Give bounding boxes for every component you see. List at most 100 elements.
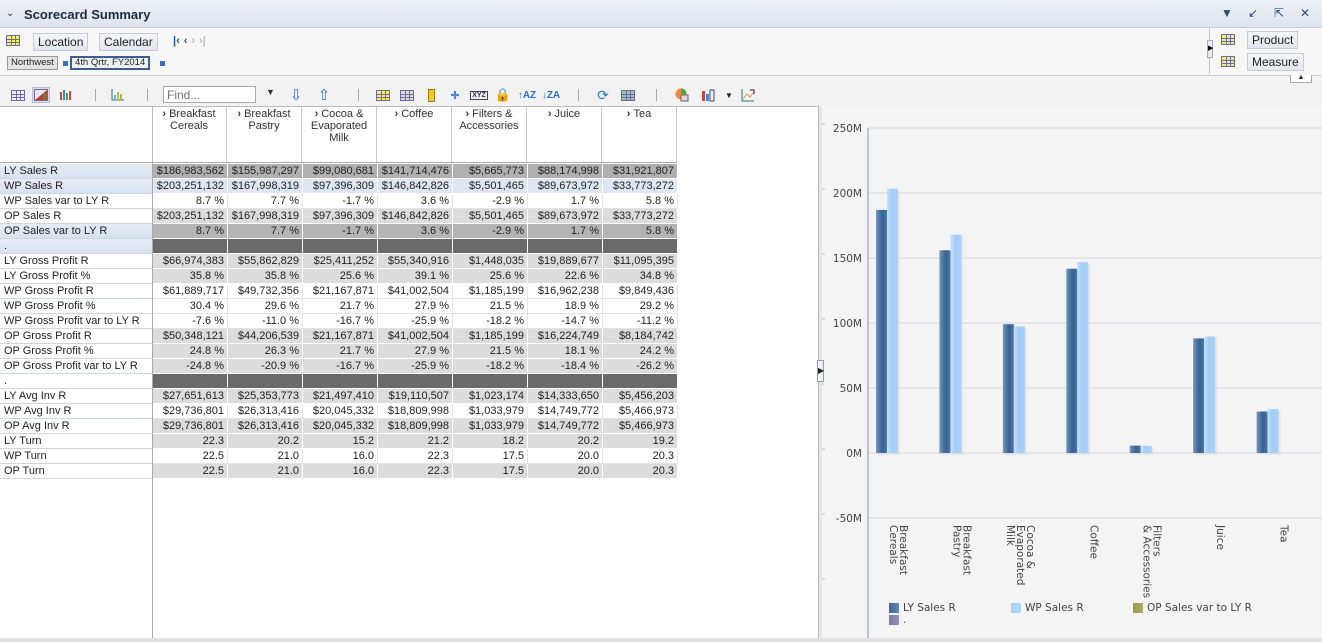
table-cell[interactable]: $16,224,749 bbox=[528, 329, 603, 344]
table-cell[interactable]: 5.8 % bbox=[603, 194, 678, 209]
table-cell[interactable]: -2.9 % bbox=[453, 194, 528, 209]
table-cell[interactable]: $41,002,504 bbox=[378, 284, 453, 299]
table-cell[interactable]: $66,974,383 bbox=[153, 254, 228, 269]
table-cell[interactable]: -11.2 % bbox=[603, 314, 678, 329]
table-cell[interactable]: -18.2 % bbox=[453, 359, 528, 374]
chart-options-icon[interactable] bbox=[673, 87, 691, 103]
table-cell[interactable]: $1,185,199 bbox=[453, 284, 528, 299]
table-cell[interactable]: $14,749,772 bbox=[528, 404, 603, 419]
legend-item[interactable]: OP Sales var to LY R bbox=[1133, 602, 1252, 614]
table-cell[interactable] bbox=[453, 239, 528, 254]
table-cell[interactable]: $19,110,507 bbox=[378, 389, 453, 404]
chart-swap-icon[interactable] bbox=[739, 87, 757, 103]
table-cell[interactable]: 3.6 % bbox=[378, 194, 453, 209]
table-cell[interactable]: 19.2 bbox=[603, 434, 678, 449]
table-cell[interactable] bbox=[603, 239, 678, 254]
find-dropdown-icon[interactable]: ▼ bbox=[266, 87, 275, 97]
export-icon[interactable] bbox=[619, 87, 637, 103]
column-header[interactable]: › Breakfast Pastry bbox=[227, 107, 302, 163]
table-cell[interactable]: 20.0 bbox=[528, 464, 603, 479]
table-cell[interactable]: -25.9 % bbox=[378, 359, 453, 374]
table-cell[interactable] bbox=[378, 239, 453, 254]
row-label[interactable]: OP Avg Inv R bbox=[0, 419, 153, 434]
table-cell[interactable]: 21.5 % bbox=[453, 299, 528, 314]
table-cell[interactable]: -16.7 % bbox=[303, 359, 378, 374]
table-cell[interactable]: 22.3 bbox=[378, 464, 453, 479]
table-cell[interactable]: $21,497,410 bbox=[303, 389, 378, 404]
location-selection[interactable]: Northwest bbox=[7, 56, 58, 70]
row-label[interactable]: OP Sales R bbox=[0, 209, 153, 224]
table-cell[interactable]: 21.7 % bbox=[303, 344, 378, 359]
table-cell[interactable]: 7.7 % bbox=[228, 224, 303, 239]
table-cell[interactable]: $8,184,742 bbox=[603, 329, 678, 344]
table-cell[interactable]: -7.6 % bbox=[153, 314, 228, 329]
table-cell[interactable]: $31,921,807 bbox=[603, 164, 678, 179]
column-header[interactable]: › Coffee bbox=[377, 107, 452, 163]
lock-icon[interactable]: 🔒 bbox=[494, 87, 512, 103]
row-label[interactable]: WP Gross Profit R bbox=[0, 284, 153, 299]
table-cell[interactable]: 15.2 bbox=[303, 434, 378, 449]
table-cell[interactable]: 22.5 bbox=[153, 464, 228, 479]
table-cell[interactable]: 20.3 bbox=[603, 449, 678, 464]
table-cell[interactable]: 24.2 % bbox=[603, 344, 678, 359]
row-label[interactable]: OP Gross Profit R bbox=[0, 329, 153, 344]
row-label[interactable]: WP Turn bbox=[0, 449, 153, 464]
table-cell[interactable]: $167,998,319 bbox=[228, 209, 303, 224]
table-cell[interactable]: -24.8 % bbox=[153, 359, 228, 374]
table-cell[interactable]: $88,174,998 bbox=[528, 164, 603, 179]
column-header[interactable]: › Juice bbox=[527, 107, 602, 163]
table-cell[interactable]: $50,348,121 bbox=[153, 329, 228, 344]
table-cell[interactable]: $9,849,436 bbox=[603, 284, 678, 299]
table-cell[interactable]: 8.7 % bbox=[153, 224, 228, 239]
row-label[interactable]: LY Gross Profit R bbox=[0, 254, 153, 269]
table-cell[interactable]: 18.1 % bbox=[528, 344, 603, 359]
column-header[interactable]: › Cocoa & Evaporated Milk bbox=[302, 107, 377, 163]
table-cell[interactable]: 20.2 bbox=[228, 434, 303, 449]
row-label[interactable]: WP Gross Profit var to LY R bbox=[0, 314, 153, 329]
table-cell[interactable]: -11.0 % bbox=[228, 314, 303, 329]
table-cell[interactable]: -25.9 % bbox=[378, 314, 453, 329]
first-page-icon[interactable]: |‹ bbox=[173, 35, 180, 47]
expand-chevron-icon[interactable]: › bbox=[237, 108, 241, 120]
expand-chevron-icon[interactable]: › bbox=[548, 108, 552, 120]
table-cell[interactable]: 26.3 % bbox=[228, 344, 303, 359]
row-label[interactable]: LY Gross Profit % bbox=[0, 269, 153, 284]
table-cell[interactable]: 7.7 % bbox=[228, 194, 303, 209]
row-label[interactable]: OP Turn bbox=[0, 464, 153, 479]
table-cell[interactable]: $146,842,826 bbox=[378, 209, 453, 224]
table-cell[interactable]: -18.4 % bbox=[528, 359, 603, 374]
table-cell[interactable]: $97,396,309 bbox=[303, 209, 378, 224]
table-cell[interactable]: $99,080,681 bbox=[303, 164, 378, 179]
table-cell[interactable]: $27,651,613 bbox=[153, 389, 228, 404]
table-cell[interactable] bbox=[528, 239, 603, 254]
table-cell[interactable]: $5,501,465 bbox=[453, 179, 528, 194]
table-cell[interactable]: $141,714,476 bbox=[378, 164, 453, 179]
expand-chevron-icon[interactable]: › bbox=[162, 108, 166, 120]
table-cell[interactable]: $21,167,871 bbox=[303, 284, 378, 299]
close-icon[interactable]: ✕ bbox=[1298, 6, 1312, 20]
expand-chevron-icon[interactable]: › bbox=[315, 108, 319, 120]
table-cell[interactable]: $203,251,132 bbox=[153, 209, 228, 224]
table-cell[interactable]: 18.9 % bbox=[528, 299, 603, 314]
table-cell[interactable]: -2.9 % bbox=[453, 224, 528, 239]
chart-type-icon[interactable] bbox=[109, 87, 127, 103]
table-cell[interactable]: 17.5 bbox=[453, 449, 528, 464]
row-label[interactable]: WP Gross Profit % bbox=[0, 299, 153, 314]
table-cell[interactable]: -18.2 % bbox=[453, 314, 528, 329]
table-cell[interactable]: $167,998,319 bbox=[228, 179, 303, 194]
table-cell[interactable]: 21.5 % bbox=[453, 344, 528, 359]
table-cell[interactable]: 22.3 bbox=[153, 434, 228, 449]
table-cell[interactable]: 3.6 % bbox=[378, 224, 453, 239]
table-cell[interactable]: $5,501,465 bbox=[453, 209, 528, 224]
row-label[interactable]: WP Sales R bbox=[0, 179, 153, 194]
table-cell[interactable]: $203,251,132 bbox=[153, 179, 228, 194]
table-cell[interactable]: $29,736,801 bbox=[153, 419, 228, 434]
table-cell[interactable]: $41,002,504 bbox=[378, 329, 453, 344]
table-cell[interactable]: 17.5 bbox=[453, 464, 528, 479]
row-label[interactable]: . bbox=[0, 374, 153, 389]
insert-column-icon[interactable] bbox=[374, 87, 392, 103]
grid-view-icon[interactable] bbox=[9, 87, 27, 103]
find-input[interactable] bbox=[163, 86, 256, 103]
table-cell[interactable]: -26.2 % bbox=[603, 359, 678, 374]
select-cells-icon[interactable] bbox=[398, 87, 416, 103]
